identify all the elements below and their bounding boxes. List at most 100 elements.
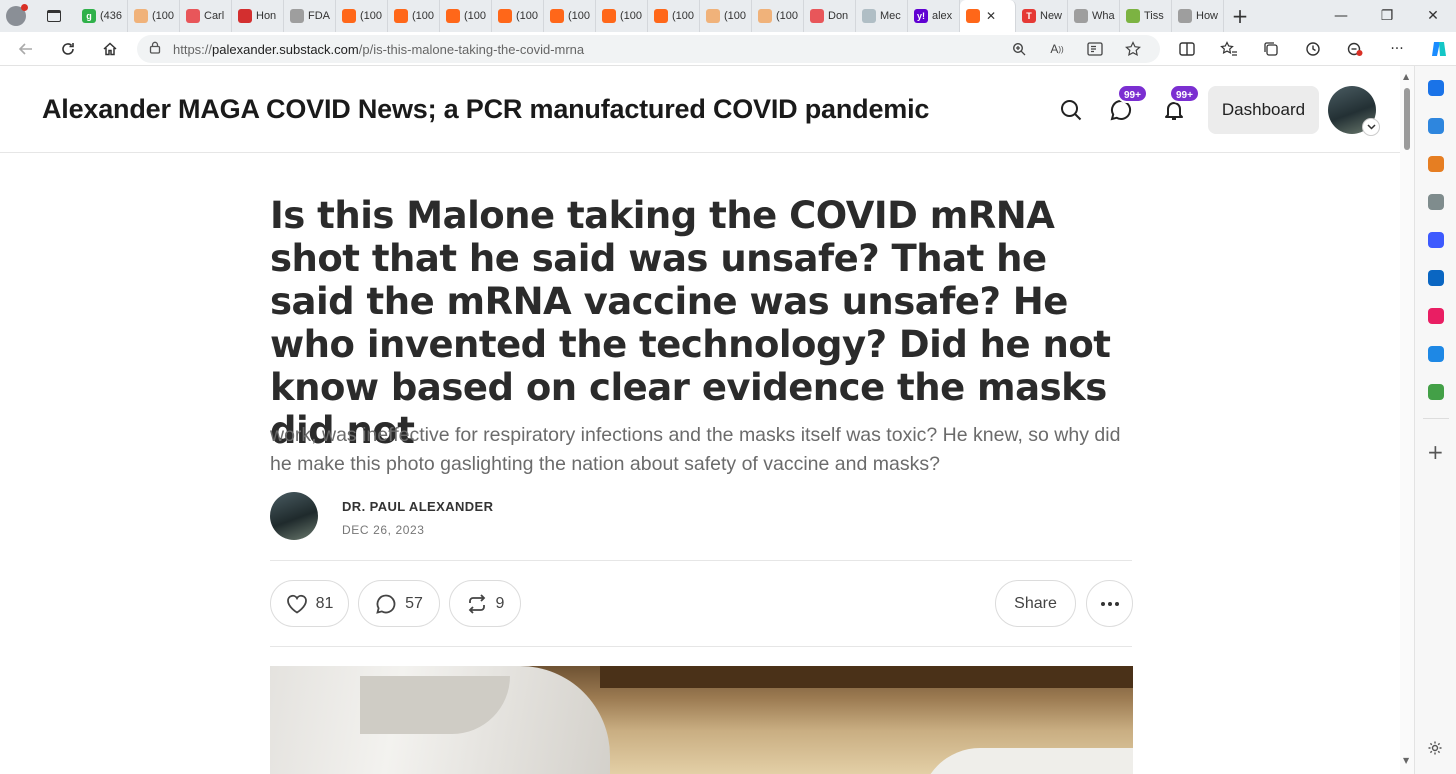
- sidebar-app-icon[interactable]: [1428, 308, 1444, 324]
- copilot-icon[interactable]: [1418, 32, 1456, 66]
- favorite-star-icon[interactable]: [1114, 35, 1152, 63]
- tab-label: (100: [672, 10, 695, 22]
- lock-icon[interactable]: [137, 41, 173, 57]
- substack-header: Alexander MAGA COVID News; a PCR manufac…: [0, 67, 1400, 153]
- tab-favicon-icon: [706, 9, 720, 23]
- browser-tab[interactable]: FDA: [284, 0, 336, 32]
- close-window-button[interactable]: ✕: [1410, 0, 1456, 32]
- read-aloud-icon[interactable]: A)): [1038, 35, 1076, 63]
- sidebar-app-icon[interactable]: [1428, 156, 1444, 172]
- browser-tab[interactable]: (100: [752, 0, 804, 32]
- publication-title[interactable]: Alexander MAGA COVID News; a PCR manufac…: [42, 94, 929, 125]
- browser-tab[interactable]: Wha: [1068, 0, 1120, 32]
- browser-tab[interactable]: (100: [128, 0, 180, 32]
- tab-label: (100: [724, 10, 747, 22]
- browser-tab[interactable]: (100: [492, 0, 544, 32]
- sidebar-app-icon[interactable]: [1428, 194, 1444, 210]
- restack-icon: [468, 593, 485, 614]
- split-screen-icon[interactable]: [1166, 32, 1208, 66]
- browser-tab[interactable]: (100: [596, 0, 648, 32]
- tab-actions-icon[interactable]: [32, 0, 76, 32]
- sidebar-app-icon[interactable]: [1428, 270, 1444, 286]
- chevron-down-icon[interactable]: [1362, 118, 1380, 136]
- browser-tab[interactable]: T New: [1016, 0, 1068, 32]
- more-options-button[interactable]: [1086, 580, 1133, 627]
- tab-favicon-icon: [810, 9, 824, 23]
- post-title: Is this Malone taking the COVID mRNA sho…: [270, 194, 1111, 452]
- browser-tab[interactable]: y! alex: [908, 0, 960, 32]
- page-scrollbar[interactable]: ▲ ▼: [1400, 66, 1414, 774]
- tab-strip: g (436 (100 Carl Hon FDA (100 (100 (100 (100 (100 (…: [0, 0, 1456, 32]
- sidebar-divider: [1423, 418, 1449, 419]
- browser-tab[interactable]: (100: [544, 0, 596, 32]
- tab-label: Carl: [204, 10, 225, 22]
- tab-label: Mec: [880, 10, 901, 22]
- tab-label: (100: [152, 10, 175, 22]
- settings-more-icon[interactable]: ···: [1376, 32, 1418, 66]
- sidebar-app-icon[interactable]: [1428, 346, 1444, 362]
- new-tab-button[interactable]: +: [1224, 4, 1256, 28]
- minimize-button[interactable]: —: [1318, 0, 1364, 32]
- scrollbar-thumb[interactable]: [1404, 88, 1410, 150]
- refresh-button[interactable]: [50, 32, 86, 66]
- address-bar[interactable]: https://palexander.substack.com/p/is-thi…: [137, 35, 1160, 63]
- collections-icon[interactable]: [1250, 32, 1292, 66]
- share-button[interactable]: Share: [995, 580, 1076, 627]
- tab-favicon-icon: [446, 9, 460, 23]
- scroll-up-icon[interactable]: ▲: [1403, 72, 1409, 81]
- tab-label: Tiss: [1144, 10, 1164, 22]
- url-path: /p/is-this-malone-taking-the-covid-mrna: [358, 41, 585, 57]
- restack-button[interactable]: 9: [449, 580, 521, 627]
- toolbar-right-icons: ···: [1166, 32, 1456, 66]
- post-image[interactable]: [270, 666, 1133, 774]
- window-controls: — ❐ ✕: [1318, 0, 1456, 32]
- back-button[interactable]: [8, 32, 44, 66]
- comment-button[interactable]: 57: [358, 580, 440, 627]
- reader-view-icon[interactable]: [1076, 35, 1114, 63]
- author-avatar[interactable]: [270, 492, 318, 540]
- profile-button[interactable]: [0, 0, 32, 32]
- browser-tab[interactable]: Tiss: [1120, 0, 1172, 32]
- browser-tab[interactable]: Mec: [856, 0, 908, 32]
- browser-tab[interactable]: Don: [804, 0, 856, 32]
- like-count: 81: [315, 594, 334, 612]
- maximize-button[interactable]: ❐: [1364, 0, 1410, 32]
- browser-tab[interactable]: How: [1172, 0, 1224, 32]
- tab-favicon-icon: g: [82, 9, 96, 23]
- browser-tab[interactable]: g (436: [76, 0, 128, 32]
- browser-tab[interactable]: Carl: [180, 0, 232, 32]
- browser-tab[interactable]: Hon: [232, 0, 284, 32]
- browser-tab[interactable]: (100: [648, 0, 700, 32]
- add-sidebar-app-icon[interactable]: +: [1427, 440, 1444, 464]
- browser-tab[interactable]: (100: [440, 0, 492, 32]
- sidebar-app-icon[interactable]: [1428, 80, 1444, 96]
- browser-tab[interactable]: (100: [388, 0, 440, 32]
- browser-toolbar: https://palexander.substack.com/p/is-thi…: [0, 32, 1456, 66]
- extensions-icon[interactable]: [1334, 32, 1376, 66]
- close-tab-icon[interactable]: ✕: [986, 9, 996, 23]
- tab-active[interactable]: ✕: [960, 0, 1016, 32]
- notifications-badge: 99+: [1169, 84, 1200, 103]
- sidebar-settings-icon[interactable]: [1427, 740, 1443, 760]
- tab-favicon-icon: [1074, 9, 1088, 23]
- dashboard-button[interactable]: Dashboard: [1208, 86, 1319, 134]
- tab-favicon-icon: [862, 9, 876, 23]
- tab-label: (100: [464, 10, 487, 22]
- user-avatar[interactable]: [1328, 86, 1380, 136]
- like-button[interactable]: 81: [270, 580, 349, 627]
- divider: [270, 560, 1132, 561]
- history-icon[interactable]: [1292, 32, 1334, 66]
- scroll-down-icon[interactable]: ▼: [1403, 756, 1409, 765]
- zoom-icon[interactable]: [1000, 35, 1038, 63]
- favorites-icon[interactable]: [1208, 32, 1250, 66]
- sidebar-app-icon[interactable]: [1428, 118, 1444, 134]
- browser-tab[interactable]: (100: [700, 0, 752, 32]
- search-icon[interactable]: [1058, 97, 1084, 123]
- profile-avatar: [6, 4, 28, 26]
- comment-icon: [376, 594, 396, 614]
- browser-tab[interactable]: (100: [336, 0, 388, 32]
- author-name[interactable]: DR. PAUL ALEXANDER: [342, 499, 493, 514]
- sidebar-app-icon[interactable]: [1428, 384, 1444, 400]
- home-button[interactable]: [92, 32, 128, 66]
- sidebar-app-icon[interactable]: [1428, 232, 1444, 248]
